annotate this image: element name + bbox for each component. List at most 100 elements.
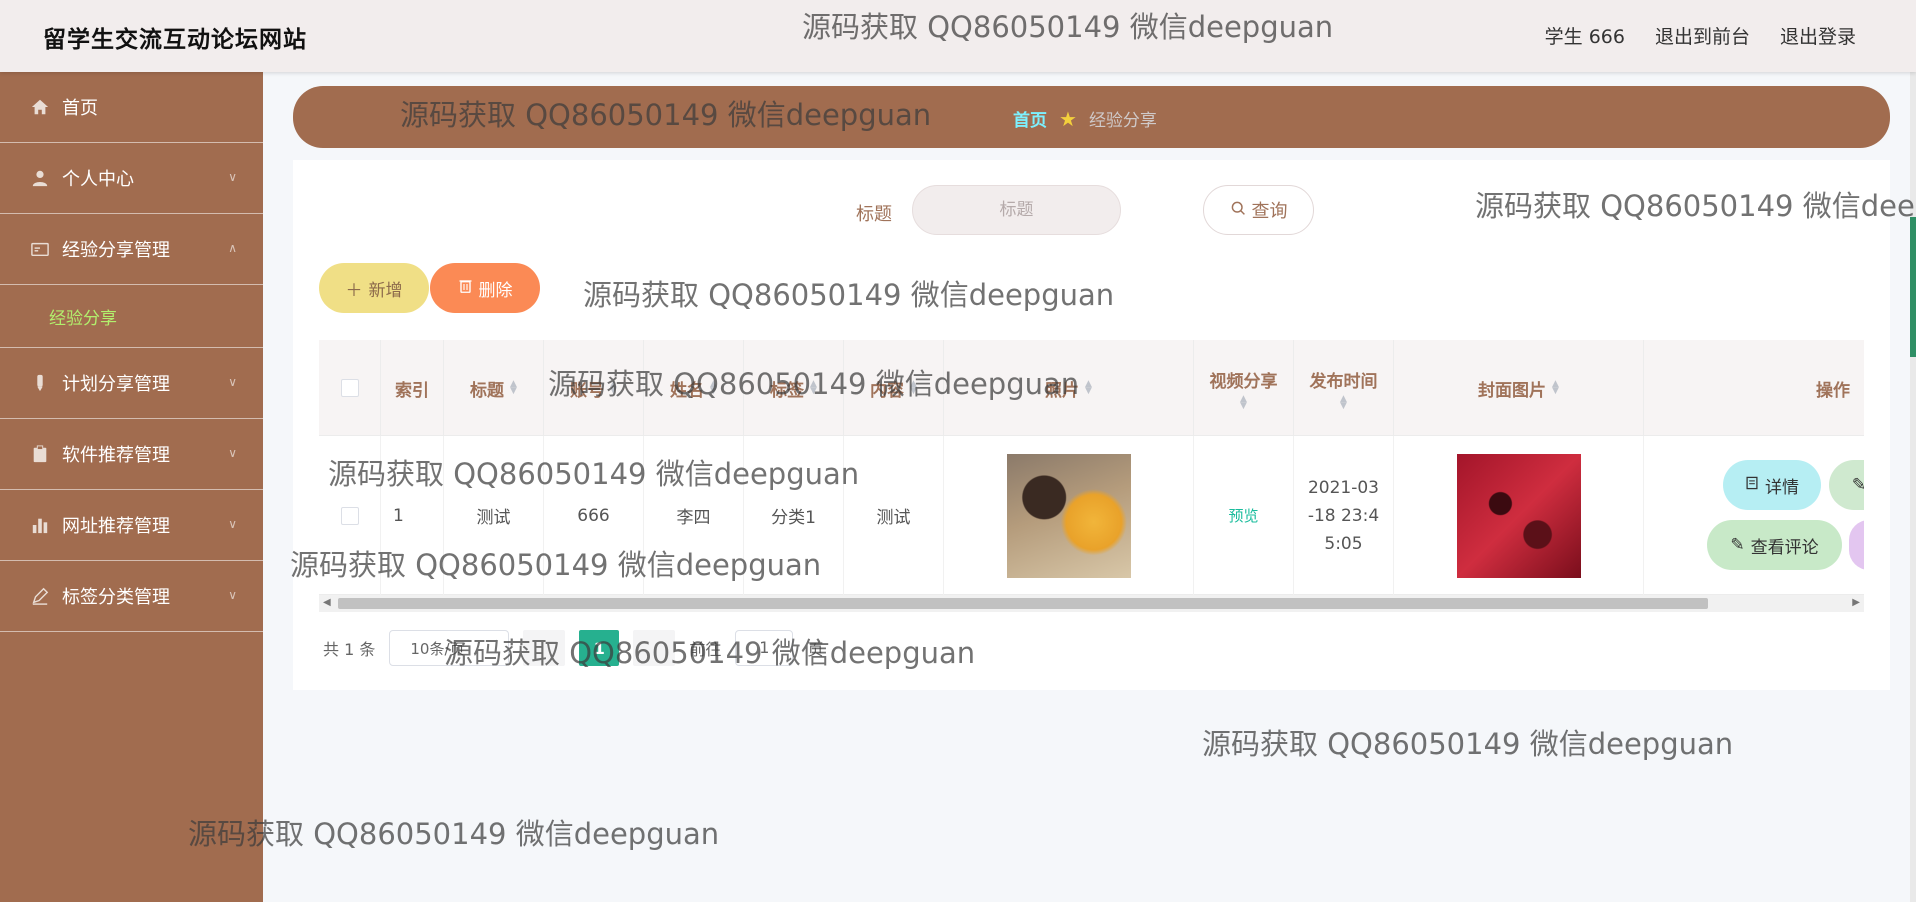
- page-size-select[interactable]: 10条/页: [389, 630, 510, 666]
- breadcrumb-current: 经验分享: [1088, 111, 1157, 131]
- pen-icon: [30, 373, 50, 393]
- add-button[interactable]: ＋ 新增: [319, 263, 429, 313]
- logout-link[interactable]: 退出登录: [1780, 22, 1856, 49]
- publish-time: 2021-03 -18 23:4 5:05: [1307, 477, 1380, 554]
- sidebar-item-software-management[interactable]: 软件推荐管理 ∨: [0, 419, 263, 490]
- data-table: 索引 标题 ▲ ▼ 账号 ▲ ▼ 姓名 ▲ ▼ 标签 ▲ ▼ 内容 ▲ ▼ 照片 ▲ ▼ 视频分享 ▲ ▼ …: [319, 340, 1864, 595]
- sidebar-item-label: 个人中心: [62, 169, 134, 190]
- search-button-label: 查询: [1251, 201, 1288, 222]
- search-input[interactable]: [912, 185, 1121, 235]
- sort-icon[interactable]: ▲ ▼: [510, 380, 517, 396]
- search-button[interactable]: 查询: [1203, 185, 1314, 235]
- column-header-index: 索引: [381, 340, 444, 436]
- vertical-scrollbar[interactable]: [1910, 72, 1916, 902]
- column-header-name[interactable]: 姓名 ▲ ▼: [644, 340, 744, 436]
- column-header-photo[interactable]: 照片 ▲ ▼: [944, 340, 1194, 436]
- plus-icon: ＋: [345, 280, 363, 301]
- sidebar-item-label: 计划分享管理: [62, 374, 170, 395]
- sort-icon[interactable]: ▲ ▼: [710, 380, 717, 396]
- clipboard-icon: [30, 444, 50, 464]
- cell-content: 测试: [844, 436, 944, 595]
- cell-title: 测试: [444, 436, 544, 595]
- add-button-label: 新增: [368, 280, 403, 301]
- page-number-current[interactable]: 1: [579, 630, 620, 666]
- sidebar-item-label: 标签分类管理: [62, 587, 170, 608]
- detail-button[interactable]: 详情: [1723, 460, 1821, 510]
- column-header-content[interactable]: 内容 ▲ ▼: [844, 340, 944, 436]
- sidebar-item-label: 经验分享管理: [62, 240, 170, 261]
- goto-label: 前往: [689, 640, 722, 659]
- view-comments-button[interactable]: ✎ 查看评论: [1707, 520, 1842, 570]
- scroll-left-icon[interactable]: ◀: [323, 597, 331, 608]
- sort-icon[interactable]: ▲ ▼: [810, 380, 817, 396]
- sort-icon[interactable]: ▲ ▼: [1240, 394, 1247, 410]
- scrollbar-thumb[interactable]: [338, 598, 1708, 609]
- sidebar: 首页 个人中心 ∨ 经验分享管理 ∧ 经验分享 计划分享管理 ∨ 软件推荐管理 …: [0, 72, 263, 902]
- detail-button-label: 详情: [1765, 477, 1799, 498]
- video-preview-link[interactable]: 预览: [1228, 505, 1258, 526]
- sort-icon[interactable]: ▲ ▼: [1552, 380, 1559, 396]
- total-count: 共 1 条: [323, 640, 376, 659]
- cell-name: 李四: [644, 436, 744, 595]
- delete-button[interactable]: 删除: [430, 263, 540, 313]
- sidebar-item-label: 网址推荐管理: [62, 516, 170, 537]
- chevron-up-icon: ∧: [228, 241, 237, 255]
- edit-icon: ✎: [1730, 535, 1745, 555]
- column-header-publish-time[interactable]: 发布时间 ▲ ▼: [1294, 340, 1394, 436]
- cell-photo: [944, 436, 1194, 595]
- column-header-tag[interactable]: 标签 ▲ ▼: [744, 340, 844, 436]
- sidebar-item-personal-center[interactable]: 个人中心 ∨: [0, 143, 263, 214]
- next-page-button[interactable]: [633, 630, 676, 666]
- column-header-account[interactable]: 账号 ▲ ▼: [544, 340, 644, 436]
- sidebar-item-home[interactable]: 首页: [0, 72, 263, 143]
- cell-publish-time: 2021-03 -18 23:4 5:05: [1294, 436, 1394, 595]
- site-title: 留学生交流互动论坛网站: [43, 27, 307, 53]
- home-icon: [30, 97, 50, 117]
- sidebar-subitem-experience-share[interactable]: 经验分享: [0, 285, 263, 348]
- document-icon: [1745, 475, 1759, 495]
- row-checkbox[interactable]: [340, 506, 359, 525]
- column-header-video[interactable]: 视频分享 ▲ ▼: [1194, 340, 1294, 436]
- chevron-down-icon: ∨: [228, 446, 237, 460]
- sidebar-item-website-management[interactable]: 网址推荐管理 ∨: [0, 490, 263, 561]
- sort-icon[interactable]: ▲ ▼: [610, 380, 617, 396]
- sort-icon[interactable]: ▲ ▼: [1085, 380, 1092, 396]
- content-panel: 标题 查询 ＋ 新增 删除 索引 标题▲▼ 账号▲▼ 姓名▲▼ 标签▲▼ 内容▲…: [293, 160, 1890, 690]
- sort-icon[interactable]: ▲ ▼: [910, 380, 917, 396]
- chevron-down-icon: ∨: [228, 517, 237, 531]
- dog-photo-image[interactable]: [1006, 453, 1131, 578]
- row-select-cell: [319, 436, 381, 595]
- back-to-front-link[interactable]: 退出到前台: [1655, 22, 1750, 49]
- user-icon: [30, 168, 50, 188]
- select-all-checkbox[interactable]: [340, 379, 359, 397]
- edit-button[interactable]: ✎: [1829, 460, 1864, 510]
- sidebar-item-plan-management[interactable]: 计划分享管理 ∨: [0, 348, 263, 419]
- breadcrumb-bar: 首页 ★ 经验分享: [293, 86, 1890, 148]
- breadcrumb: 首页 ★ 经验分享: [1013, 106, 1157, 132]
- goto-page-input[interactable]: 1: [735, 630, 794, 666]
- sidebar-item-experience-management[interactable]: 经验分享管理 ∧: [0, 214, 263, 285]
- watermark-text: 源码获取 QQ86050149 微信deepguan: [188, 817, 720, 851]
- column-header-title[interactable]: 标题 ▲ ▼: [444, 340, 544, 436]
- chevron-down-icon: ∨: [228, 588, 237, 602]
- cell-video: 预览: [1194, 436, 1294, 595]
- current-user-label[interactable]: 学生 666: [1545, 22, 1625, 49]
- cell-account: 666: [544, 436, 644, 595]
- select-all-cell: [319, 340, 381, 436]
- bar-chart-icon: [30, 515, 50, 535]
- cover-image[interactable]: [1456, 453, 1581, 578]
- vertical-scrollbar-thumb[interactable]: [1910, 217, 1916, 357]
- more-action-button[interactable]: [1849, 520, 1864, 570]
- sort-icon[interactable]: ▲ ▼: [1340, 394, 1347, 410]
- header-links: 学生 666 退出到前台 退出登录: [1545, 22, 1856, 49]
- breadcrumb-home-link[interactable]: 首页: [1013, 106, 1047, 131]
- star-icon: ★: [1059, 106, 1077, 131]
- search-label: 标题: [856, 204, 892, 225]
- page-unit-label: 页: [807, 640, 824, 659]
- watermark-text: 源码获取 QQ86050149 微信deepguan: [1202, 727, 1734, 761]
- prev-page-button[interactable]: [523, 630, 566, 666]
- scroll-right-icon[interactable]: ▶: [1852, 597, 1860, 608]
- column-header-cover[interactable]: 封面图片 ▲ ▼: [1394, 340, 1644, 436]
- sidebar-item-tag-management[interactable]: 标签分类管理 ∨: [0, 561, 263, 632]
- horizontal-scrollbar[interactable]: ◀ ▶: [319, 595, 1864, 612]
